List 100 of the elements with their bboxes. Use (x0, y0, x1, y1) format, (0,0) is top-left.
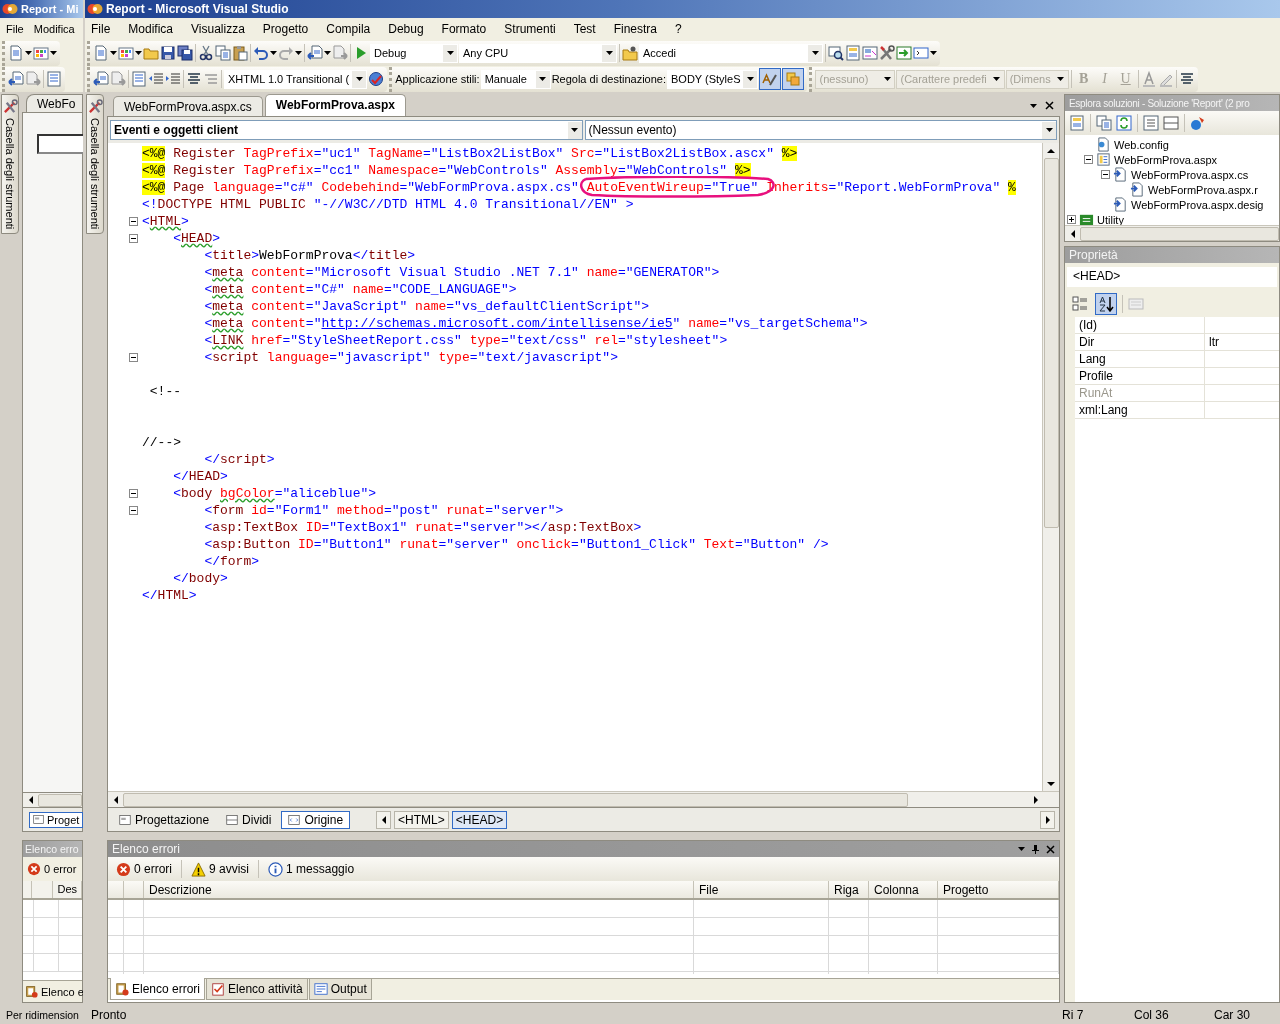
scrollbar[interactable] (1042, 143, 1059, 791)
panel-tab[interactable]: Elenco errori (110, 978, 206, 1000)
design-view-icon[interactable] (33, 814, 44, 825)
tree-item[interactable]: Utility (1097, 213, 1124, 225)
caret-icon[interactable] (446, 51, 454, 55)
outdent-icon[interactable] (148, 71, 164, 87)
caret-icon[interactable] (747, 77, 754, 81)
scrollbar-thumb[interactable] (1043, 158, 1059, 528)
design-view-icon[interactable] (119, 813, 131, 826)
caret-icon[interactable] (324, 51, 331, 55)
column-header[interactable]: Progetto (938, 881, 1059, 898)
folder-icon[interactable] (622, 45, 638, 61)
dropdown[interactable]: BODY (StyleS (667, 69, 759, 89)
previous-tag-button[interactable] (376, 810, 392, 829)
grid-icon[interactable] (33, 45, 49, 61)
menu-item[interactable]: Formato (441, 20, 487, 38)
column-header[interactable]: Riga (829, 881, 869, 898)
undo-icon[interactable] (253, 45, 269, 61)
caret-icon[interactable] (110, 51, 117, 55)
left-arrow-icon[interactable] (380, 815, 387, 824)
caret-icon[interactable] (50, 51, 57, 55)
document-tab[interactable]: WebFo (26, 94, 83, 112)
caret-icon[interactable] (1018, 847, 1025, 851)
dropdown[interactable]: Eventi e oggetti client (110, 120, 583, 140)
column-header[interactable]: Des (53, 881, 82, 898)
caret-icon[interactable] (135, 51, 142, 55)
refresh-icon[interactable] (1116, 115, 1132, 131)
caret-icon[interactable] (539, 77, 547, 81)
tools-icon[interactable] (879, 45, 895, 61)
split-view-icon[interactable] (226, 813, 239, 826)
column-header[interactable]: Descrizione (144, 881, 694, 898)
pin-icon[interactable] (1031, 844, 1040, 854)
column-header[interactable]: File (694, 881, 829, 898)
caret-icon[interactable] (571, 128, 578, 132)
page-arrow-icon[interactable] (307, 45, 323, 61)
panel-tab[interactable]: Output (308, 979, 372, 1000)
dropdown[interactable]: (Nessun evento) (584, 120, 1057, 140)
view-tab[interactable]: Proget (29, 811, 83, 828)
lines-icon[interactable] (186, 71, 202, 87)
tree-item[interactable]: Web.config (1114, 138, 1169, 151)
tag-path-item[interactable]: <HEAD> (451, 810, 508, 829)
toolbox-tab[interactable]: Casella degli strumenti (86, 94, 104, 235)
collapse-icon[interactable] (129, 506, 138, 515)
menu-item[interactable]: File (91, 20, 111, 38)
scroll-left-icon[interactable] (1069, 229, 1076, 238)
copy-icon[interactable] (1096, 115, 1112, 131)
menu-item[interactable]: ? (675, 20, 682, 38)
close-icon[interactable] (1045, 101, 1054, 110)
dropdown[interactable]: Any CPU (459, 43, 617, 63)
expand-icon[interactable] (1067, 215, 1076, 224)
collapse-icon[interactable] (129, 217, 138, 226)
grid-icon[interactable] (118, 45, 134, 61)
text-color-icon[interactable] (1140, 71, 1157, 87)
right-arrow-icon[interactable] (1044, 815, 1051, 824)
scrollbar[interactable] (108, 791, 1059, 807)
collapse-icon[interactable] (129, 234, 138, 243)
menu-item[interactable]: File (6, 23, 24, 35)
tree-item[interactable]: WebFormProva.aspx.desig (1131, 198, 1264, 211)
scroll-down-icon[interactable] (1047, 780, 1055, 787)
dropdown[interactable]: Accedi (639, 43, 823, 63)
caret-icon[interactable] (355, 77, 363, 81)
menu-item[interactable]: Visualizza (191, 20, 245, 38)
next-tag-button[interactable] (1040, 810, 1055, 829)
filter-button[interactable]: 9 avvisi (187, 859, 254, 879)
indent-icon[interactable] (165, 71, 181, 87)
menu-item[interactable]: Strumenti (504, 20, 556, 38)
document-tab[interactable]: WebFormProva.aspx (264, 94, 406, 116)
clipboard-icon[interactable] (232, 45, 248, 61)
tag-path-item[interactable]: <HTML> (394, 810, 449, 829)
page-arrow-icon[interactable] (8, 71, 24, 87)
menu-item[interactable]: Compila (326, 20, 371, 38)
toolbox-tab[interactable]: Casella degli strumenti (1, 94, 19, 235)
menu-item[interactable]: Finestra (613, 20, 658, 38)
page-arrow-icon[interactable] (25, 71, 41, 87)
menu-item[interactable]: Modifica (128, 20, 174, 38)
caret-icon[interactable] (930, 51, 937, 55)
page-arrow-icon[interactable] (93, 71, 109, 87)
menu-item[interactable]: Debug (388, 20, 424, 38)
panel-tab[interactable]: Elenco attività (206, 979, 308, 1000)
caret-icon[interactable] (1030, 103, 1037, 108)
object-selector[interactable]: <HEAD> (1067, 267, 1277, 287)
view-tab[interactable]: Dividi (219, 810, 279, 829)
dropdown[interactable]: XHTML 1.0 Transitional ( (224, 69, 368, 89)
tree-item[interactable]: WebFormProva.aspx.r (1148, 183, 1258, 196)
scroll-right-icon[interactable] (1032, 795, 1039, 804)
globe-icon[interactable] (368, 71, 385, 87)
filter-button[interactable]: 1 messaggio (264, 859, 359, 879)
menu-item[interactable]: Test (573, 20, 596, 38)
collapse-icon[interactable] (129, 489, 138, 498)
lines-icon[interactable] (1178, 71, 1195, 87)
dropdown[interactable]: Manuale (480, 69, 551, 89)
scroll-up-icon[interactable] (1047, 147, 1055, 154)
collapse-icon[interactable] (1101, 170, 1110, 179)
caret-icon[interactable] (295, 51, 302, 55)
tree-item[interactable]: WebFormProva.aspx (1114, 153, 1218, 166)
form-icon[interactable] (862, 45, 878, 61)
scrollbar-thumb[interactable] (123, 792, 908, 807)
filter-button[interactable]: 0 errori (112, 859, 176, 879)
menu-item[interactable]: Progetto (262, 20, 309, 38)
menu-item[interactable]: Modifica (33, 23, 75, 35)
